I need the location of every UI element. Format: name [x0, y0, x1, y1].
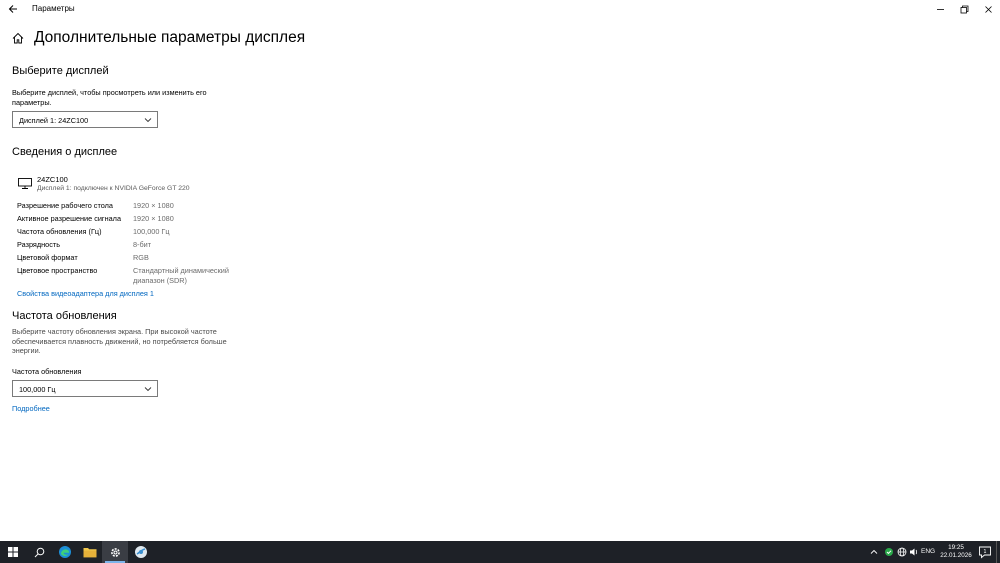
- monitor-subtitle: Дисплей 1: подключен к NVIDIA GeForce GT…: [37, 185, 190, 192]
- info-row: Частота обновления (Гц) 100,000 Гц: [17, 227, 257, 239]
- refresh-rate-dropdown-value: 100,000 Гц: [19, 385, 56, 394]
- info-value: RGB: [133, 253, 149, 262]
- info-row: Цветовое пространство Стандартный динами…: [17, 266, 257, 288]
- display-info-heading: Сведения о дисплее: [12, 146, 118, 158]
- info-value: 1920 × 1080: [133, 201, 174, 210]
- info-value: 1920 × 1080: [133, 214, 174, 223]
- file-explorer-taskbar-button[interactable]: [77, 541, 103, 563]
- tray-volume[interactable]: [908, 546, 920, 558]
- globe-icon: [897, 547, 907, 557]
- edge-icon: [59, 546, 71, 558]
- language-indicator[interactable]: ENG: [921, 548, 935, 555]
- learn-more-link[interactable]: Подробнее: [12, 404, 50, 413]
- back-button[interactable]: [4, 1, 22, 17]
- network-icon: [885, 548, 893, 556]
- notification-count: 1: [983, 549, 986, 555]
- show-desktop-button[interactable]: [996, 541, 1000, 563]
- info-key: Разрешение рабочего стола: [17, 201, 113, 210]
- select-display-description: Выберите дисплей, чтобы просмотреть или …: [12, 88, 207, 107]
- refresh-rate-label: Частота обновления: [12, 367, 82, 376]
- refresh-rate-heading: Частота обновления: [12, 310, 117, 322]
- close-icon: [984, 5, 992, 13]
- search-icon: [34, 547, 44, 557]
- title-bar: Параметры: [0, 0, 1000, 18]
- start-button[interactable]: [0, 541, 26, 563]
- chevron-down-icon: [144, 387, 152, 392]
- display-dropdown[interactable]: Дисплей 1: 24ZC100: [12, 111, 158, 128]
- select-display-heading: Выберите дисплей: [12, 65, 109, 77]
- back-arrow-icon: [8, 5, 17, 13]
- info-row: Разрядность 8-бит: [17, 240, 257, 252]
- tray-show-hidden[interactable]: [868, 546, 880, 558]
- info-value: 100,000 Гц: [133, 227, 170, 236]
- clock-time: 19:25: [948, 544, 964, 551]
- settings-icon: [110, 547, 120, 557]
- info-value: Стандартный динамический диапазон (SDR): [133, 266, 229, 285]
- display-dropdown-value: Дисплей 1: 24ZC100: [19, 116, 89, 125]
- app-taskbar-button[interactable]: [128, 541, 154, 563]
- taskbar: ENG 19:25 22.01.2026 1: [0, 541, 1000, 563]
- chevron-up-icon: [870, 549, 878, 554]
- tray-globe[interactable]: [896, 546, 908, 558]
- notification-icon: 1: [979, 546, 991, 559]
- volume-icon: [910, 548, 917, 556]
- chevron-down-icon: [144, 118, 152, 123]
- info-row: Разрешение рабочего стола 1920 × 1080: [17, 201, 257, 213]
- edge-taskbar-button[interactable]: [52, 541, 78, 563]
- minimize-button[interactable]: [928, 0, 952, 18]
- clock[interactable]: 19:25 22.01.2026: [940, 544, 972, 560]
- info-row: Цветовой формат RGB: [17, 253, 257, 265]
- search-button[interactable]: [26, 541, 52, 563]
- monitor-name: 24ZC100: [37, 175, 68, 184]
- adapter-properties-link[interactable]: Свойства видеоадаптера для дисплея 1: [17, 289, 154, 298]
- app-icon: [135, 546, 147, 558]
- file-explorer-icon: [83, 548, 97, 558]
- refresh-rate-description: Выберите частоту обновления экрана. При …: [12, 327, 227, 356]
- info-key: Разрядность: [17, 240, 61, 249]
- info-row: Активное разрешение сигнала 1920 × 1080: [17, 214, 257, 226]
- info-key: Частота обновления (Гц): [17, 227, 102, 236]
- tray-network[interactable]: [883, 546, 895, 558]
- restore-button[interactable]: [952, 0, 976, 18]
- restore-icon: [960, 5, 968, 13]
- window-title: Параметры: [32, 4, 75, 13]
- info-key: Активное разрешение сигнала: [17, 214, 121, 223]
- page-title: Дополнительные параметры дисплея: [34, 29, 306, 46]
- info-key: Цветовое пространство: [17, 266, 98, 275]
- close-button[interactable]: [976, 0, 1000, 18]
- minimize-icon: [936, 8, 944, 10]
- info-key: Цветовой формат: [17, 253, 78, 262]
- notification-center-button[interactable]: 1: [978, 545, 992, 559]
- start-icon: [8, 547, 18, 557]
- monitor-icon: [18, 178, 32, 189]
- home-icon: [12, 32, 24, 44]
- refresh-rate-dropdown[interactable]: 100,000 Гц: [12, 380, 158, 397]
- home-button[interactable]: [11, 31, 25, 45]
- info-value: 8-бит: [133, 240, 152, 249]
- clock-date: 22.01.2026: [940, 552, 972, 559]
- settings-taskbar-button[interactable]: [102, 541, 128, 563]
